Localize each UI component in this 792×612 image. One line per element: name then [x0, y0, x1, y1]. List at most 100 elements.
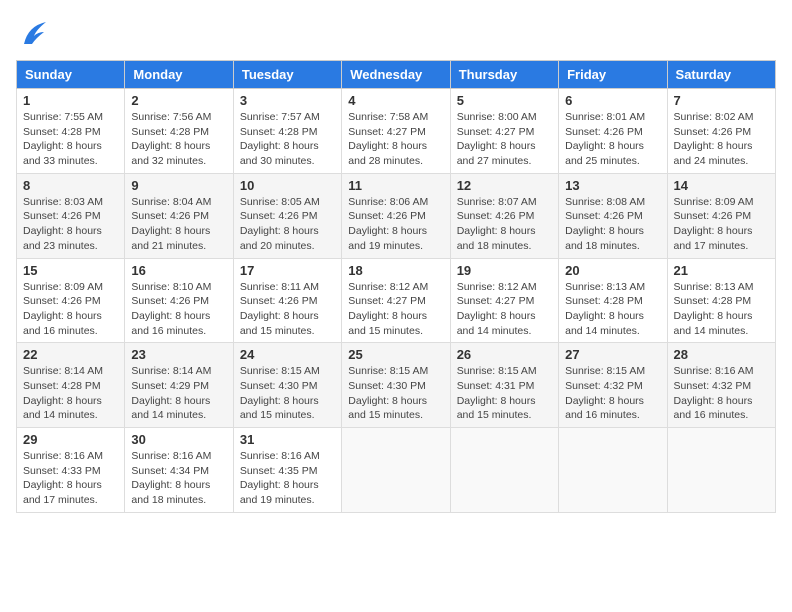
day-number: 24 [240, 347, 335, 362]
day-info: Sunrise: 8:13 AMSunset: 4:28 PMDaylight:… [565, 281, 645, 337]
calendar-cell: 4 Sunrise: 7:58 AMSunset: 4:27 PMDayligh… [342, 89, 450, 174]
day-info: Sunrise: 8:11 AMSunset: 4:26 PMDaylight:… [240, 281, 319, 337]
day-number: 7 [674, 93, 769, 108]
calendar-week-2: 8 Sunrise: 8:03 AMSunset: 4:26 PMDayligh… [17, 173, 776, 258]
calendar-week-1: 1 Sunrise: 7:55 AMSunset: 4:28 PMDayligh… [17, 89, 776, 174]
calendar-cell: 23 Sunrise: 8:14 AMSunset: 4:29 PMDaylig… [125, 343, 233, 428]
day-info: Sunrise: 8:08 AMSunset: 4:26 PMDaylight:… [565, 196, 645, 252]
day-info: Sunrise: 8:13 AMSunset: 4:28 PMDaylight:… [674, 281, 754, 337]
day-info: Sunrise: 8:00 AMSunset: 4:27 PMDaylight:… [457, 111, 537, 167]
day-info: Sunrise: 8:07 AMSunset: 4:26 PMDaylight:… [457, 196, 537, 252]
day-info: Sunrise: 8:09 AMSunset: 4:26 PMDaylight:… [674, 196, 754, 252]
day-number: 29 [23, 432, 118, 447]
calendar-cell: 12 Sunrise: 8:07 AMSunset: 4:26 PMDaylig… [450, 173, 558, 258]
calendar-cell: 7 Sunrise: 8:02 AMSunset: 4:26 PMDayligh… [667, 89, 775, 174]
calendar-cell: 6 Sunrise: 8:01 AMSunset: 4:26 PMDayligh… [559, 89, 667, 174]
day-number: 6 [565, 93, 660, 108]
day-number: 16 [131, 263, 226, 278]
day-info: Sunrise: 8:16 AMSunset: 4:32 PMDaylight:… [674, 365, 754, 421]
day-number: 12 [457, 178, 552, 193]
day-number: 18 [348, 263, 443, 278]
day-number: 9 [131, 178, 226, 193]
day-number: 4 [348, 93, 443, 108]
day-info: Sunrise: 8:05 AMSunset: 4:26 PMDaylight:… [240, 196, 320, 252]
calendar-cell: 29 Sunrise: 8:16 AMSunset: 4:33 PMDaylig… [17, 428, 125, 513]
day-number: 20 [565, 263, 660, 278]
day-info: Sunrise: 8:15 AMSunset: 4:30 PMDaylight:… [240, 365, 320, 421]
day-info: Sunrise: 7:56 AMSunset: 4:28 PMDaylight:… [131, 111, 211, 167]
weekday-header-wednesday: Wednesday [342, 61, 450, 89]
calendar-cell: 8 Sunrise: 8:03 AMSunset: 4:26 PMDayligh… [17, 173, 125, 258]
day-number: 1 [23, 93, 118, 108]
weekday-header-tuesday: Tuesday [233, 61, 341, 89]
calendar-cell: 28 Sunrise: 8:16 AMSunset: 4:32 PMDaylig… [667, 343, 775, 428]
day-number: 3 [240, 93, 335, 108]
calendar-cell: 30 Sunrise: 8:16 AMSunset: 4:34 PMDaylig… [125, 428, 233, 513]
day-info: Sunrise: 8:16 AMSunset: 4:33 PMDaylight:… [23, 450, 103, 506]
day-number: 27 [565, 347, 660, 362]
calendar-cell: 3 Sunrise: 7:57 AMSunset: 4:28 PMDayligh… [233, 89, 341, 174]
weekday-header-thursday: Thursday [450, 61, 558, 89]
weekday-header-sunday: Sunday [17, 61, 125, 89]
day-info: Sunrise: 8:15 AMSunset: 4:32 PMDaylight:… [565, 365, 645, 421]
day-info: Sunrise: 7:58 AMSunset: 4:27 PMDaylight:… [348, 111, 428, 167]
calendar-cell [559, 428, 667, 513]
header [16, 16, 776, 52]
day-number: 22 [23, 347, 118, 362]
day-info: Sunrise: 8:06 AMSunset: 4:26 PMDaylight:… [348, 196, 428, 252]
day-number: 25 [348, 347, 443, 362]
calendar-cell: 13 Sunrise: 8:08 AMSunset: 4:26 PMDaylig… [559, 173, 667, 258]
day-number: 26 [457, 347, 552, 362]
day-info: Sunrise: 8:14 AMSunset: 4:29 PMDaylight:… [131, 365, 211, 421]
day-info: Sunrise: 8:16 AMSunset: 4:34 PMDaylight:… [131, 450, 211, 506]
day-number: 31 [240, 432, 335, 447]
calendar-cell [450, 428, 558, 513]
day-number: 8 [23, 178, 118, 193]
day-info: Sunrise: 7:57 AMSunset: 4:28 PMDaylight:… [240, 111, 320, 167]
day-number: 13 [565, 178, 660, 193]
calendar-week-4: 22 Sunrise: 8:14 AMSunset: 4:28 PMDaylig… [17, 343, 776, 428]
day-number: 14 [674, 178, 769, 193]
calendar-cell: 26 Sunrise: 8:15 AMSunset: 4:31 PMDaylig… [450, 343, 558, 428]
day-number: 5 [457, 93, 552, 108]
calendar-cell [667, 428, 775, 513]
day-info: Sunrise: 8:16 AMSunset: 4:35 PMDaylight:… [240, 450, 320, 506]
calendar-cell: 21 Sunrise: 8:13 AMSunset: 4:28 PMDaylig… [667, 258, 775, 343]
calendar-cell: 31 Sunrise: 8:16 AMSunset: 4:35 PMDaylig… [233, 428, 341, 513]
calendar-week-5: 29 Sunrise: 8:16 AMSunset: 4:33 PMDaylig… [17, 428, 776, 513]
day-info: Sunrise: 8:09 AMSunset: 4:26 PMDaylight:… [23, 281, 103, 337]
day-number: 10 [240, 178, 335, 193]
weekday-header-monday: Monday [125, 61, 233, 89]
day-info: Sunrise: 8:03 AMSunset: 4:26 PMDaylight:… [23, 196, 103, 252]
weekday-header-friday: Friday [559, 61, 667, 89]
calendar-table: SundayMondayTuesdayWednesdayThursdayFrid… [16, 60, 776, 513]
day-number: 2 [131, 93, 226, 108]
calendar-cell: 10 Sunrise: 8:05 AMSunset: 4:26 PMDaylig… [233, 173, 341, 258]
logo [16, 16, 56, 52]
calendar-week-3: 15 Sunrise: 8:09 AMSunset: 4:26 PMDaylig… [17, 258, 776, 343]
day-number: 17 [240, 263, 335, 278]
day-number: 21 [674, 263, 769, 278]
day-info: Sunrise: 8:02 AMSunset: 4:26 PMDaylight:… [674, 111, 754, 167]
calendar-cell: 15 Sunrise: 8:09 AMSunset: 4:26 PMDaylig… [17, 258, 125, 343]
weekday-header-saturday: Saturday [667, 61, 775, 89]
calendar-cell: 22 Sunrise: 8:14 AMSunset: 4:28 PMDaylig… [17, 343, 125, 428]
day-info: Sunrise: 8:04 AMSunset: 4:26 PMDaylight:… [131, 196, 211, 252]
calendar-cell: 27 Sunrise: 8:15 AMSunset: 4:32 PMDaylig… [559, 343, 667, 428]
calendar-cell: 18 Sunrise: 8:12 AMSunset: 4:27 PMDaylig… [342, 258, 450, 343]
day-number: 15 [23, 263, 118, 278]
calendar-cell: 2 Sunrise: 7:56 AMSunset: 4:28 PMDayligh… [125, 89, 233, 174]
day-info: Sunrise: 8:15 AMSunset: 4:30 PMDaylight:… [348, 365, 428, 421]
calendar-cell: 24 Sunrise: 8:15 AMSunset: 4:30 PMDaylig… [233, 343, 341, 428]
calendar-cell: 19 Sunrise: 8:12 AMSunset: 4:27 PMDaylig… [450, 258, 558, 343]
calendar-cell: 9 Sunrise: 8:04 AMSunset: 4:26 PMDayligh… [125, 173, 233, 258]
calendar-cell: 25 Sunrise: 8:15 AMSunset: 4:30 PMDaylig… [342, 343, 450, 428]
day-info: Sunrise: 8:12 AMSunset: 4:27 PMDaylight:… [348, 281, 428, 337]
calendar-cell: 14 Sunrise: 8:09 AMSunset: 4:26 PMDaylig… [667, 173, 775, 258]
calendar-cell: 17 Sunrise: 8:11 AMSunset: 4:26 PMDaylig… [233, 258, 341, 343]
day-number: 23 [131, 347, 226, 362]
day-number: 30 [131, 432, 226, 447]
day-info: Sunrise: 8:15 AMSunset: 4:31 PMDaylight:… [457, 365, 537, 421]
calendar-cell: 5 Sunrise: 8:00 AMSunset: 4:27 PMDayligh… [450, 89, 558, 174]
calendar-cell [342, 428, 450, 513]
